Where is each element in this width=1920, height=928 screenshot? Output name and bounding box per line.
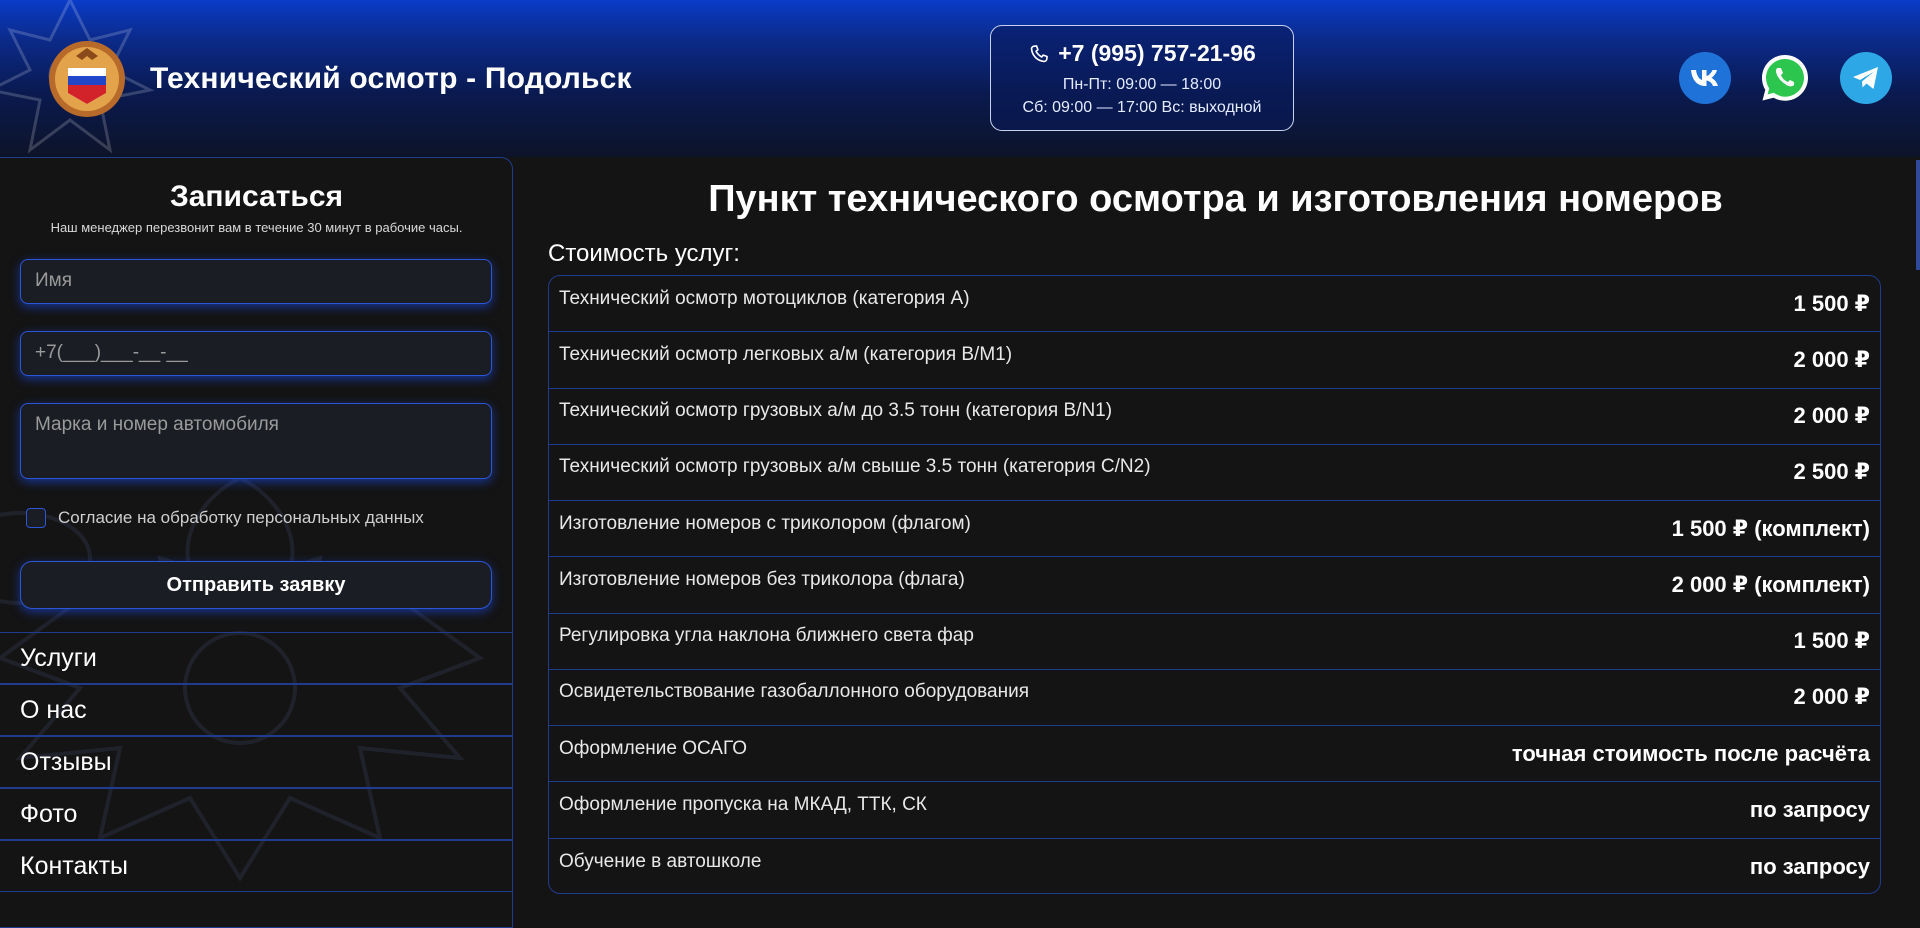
- consent-label: Согласие на обработку персональных данны…: [58, 508, 424, 527]
- page-title: Пункт технического осмотра и изготовлени…: [708, 178, 1723, 220]
- price-row: Технический осмотр мотоциклов (категория…: [549, 276, 1880, 333]
- sidebar: Записаться Наш менеджер перезвонит вам в…: [0, 157, 513, 928]
- whatsapp-button[interactable]: [1759, 52, 1811, 104]
- service-price: 2 000 ₽: [1793, 403, 1870, 429]
- price-row: Оформление ОСАГО точная стоимость после …: [549, 726, 1880, 783]
- phone-icon: [1030, 44, 1049, 62]
- price-row: Технический осмотр легковых а/м (категор…: [549, 332, 1880, 389]
- service-name: Оформление пропуска на МКАД, ТТК, СК: [559, 794, 927, 816]
- price-row: Технический осмотр грузовых а/м свыше 3.…: [549, 445, 1880, 502]
- service-price: 1 500 ₽: [1793, 290, 1870, 316]
- vk-button[interactable]: [1679, 52, 1731, 104]
- service-name: Изготовление номеров без триколора (флаг…: [559, 568, 965, 590]
- phone-link[interactable]: +7 (995) 757-21-96: [991, 40, 1293, 67]
- telegram-icon: [1853, 67, 1878, 89]
- traffic-police-logo-icon[interactable]: [46, 38, 128, 120]
- whatsapp-icon: [1762, 55, 1808, 101]
- telegram-button[interactable]: [1840, 52, 1892, 104]
- site-title: Технический осмотр - Подольск: [150, 62, 632, 95]
- service-price: точная стоимость после расчёта: [1511, 740, 1870, 766]
- form-title: Записаться: [169, 180, 344, 213]
- price-row: Обучение в автошколе по запросу: [549, 839, 1880, 893]
- service-name: Оформление ОСАГО: [559, 737, 747, 759]
- service-price: по запросу: [1749, 853, 1870, 879]
- hours-weekend: Сб: 09:00 — 17:00 Вс: выходной: [1022, 99, 1262, 116]
- price-label: Стоимость услуг:: [548, 240, 740, 267]
- service-price: по запросу: [1749, 797, 1870, 823]
- service-name: Технический осмотр мотоциклов (категория…: [559, 287, 970, 309]
- nav-item-photos[interactable]: Фото: [0, 788, 512, 840]
- form-subtitle: Наш менеджер перезвонит вам в течение 30…: [50, 220, 463, 235]
- price-row: Регулировка угла наклона ближнего света …: [549, 614, 1880, 670]
- vk-icon: [1691, 70, 1718, 86]
- page-scrollbar[interactable]: [1916, 160, 1920, 270]
- service-name: Технический осмотр грузовых а/м свыше 3.…: [559, 456, 1151, 478]
- consent-checkbox[interactable]: [26, 508, 46, 528]
- phone-input[interactable]: +7(___)___-__-__: [20, 331, 492, 376]
- nav-item-about[interactable]: О нас: [0, 684, 512, 736]
- price-row: Оформление пропуска на МКАД, ТТК, СК по …: [549, 782, 1880, 839]
- service-name: Освидетельствование газобаллонного обору…: [559, 681, 1030, 703]
- price-row: Изготовление номеров без триколора (флаг…: [549, 557, 1880, 614]
- hours-weekdays: Пн-Пт: 09:00 — 18:00: [1062, 76, 1222, 93]
- price-table: Технический осмотр мотоциклов (категория…: [548, 275, 1881, 894]
- service-price: 2 000 ₽ (комплект): [1671, 571, 1870, 597]
- nav-item-contacts[interactable]: Контакты: [0, 840, 512, 892]
- price-row: Технический осмотр грузовых а/м до 3.5 т…: [549, 389, 1880, 445]
- name-input[interactable]: Имя: [20, 259, 492, 304]
- site-header: Технический осмотр - Подольск +7 (995) 7…: [0, 0, 1920, 157]
- contact-box: +7 (995) 757-21-96 Пн-Пт: 09:00 — 18:00 …: [990, 25, 1294, 131]
- service-price: 2 000 ₽: [1793, 684, 1870, 710]
- service-price: 2 500 ₽: [1793, 459, 1870, 485]
- car-input[interactable]: Марка и номер автомобиля: [20, 403, 492, 479]
- service-name: Регулировка угла наклона ближнего света …: [559, 625, 974, 647]
- submit-button[interactable]: Отправить заявку: [20, 561, 492, 609]
- service-name: Обучение в автошколе: [559, 850, 762, 872]
- service-price: 2 000 ₽: [1793, 346, 1870, 372]
- sidebar-nav: Услуги О нас Отзывы Фото Контакты: [0, 632, 512, 892]
- service-name: Технический осмотр грузовых а/м до 3.5 т…: [559, 400, 1113, 422]
- service-price: 1 500 ₽: [1793, 628, 1870, 654]
- service-name: Изготовление номеров с триколором (флаго…: [559, 512, 971, 534]
- nav-item-services[interactable]: Услуги: [0, 632, 512, 684]
- service-price: 1 500 ₽ (комплект): [1671, 515, 1870, 541]
- price-row: Изготовление номеров с триколором (флаго…: [549, 501, 1880, 558]
- consent-row[interactable]: Согласие на обработку персональных данны…: [26, 508, 424, 528]
- nav-item-reviews[interactable]: Отзывы: [0, 736, 512, 788]
- phone-number[interactable]: +7 (995) 757-21-96: [1058, 40, 1256, 67]
- price-row: Освидетельствование газобаллонного обору…: [549, 670, 1880, 727]
- service-name: Технический осмотр легковых а/м (категор…: [559, 343, 1013, 365]
